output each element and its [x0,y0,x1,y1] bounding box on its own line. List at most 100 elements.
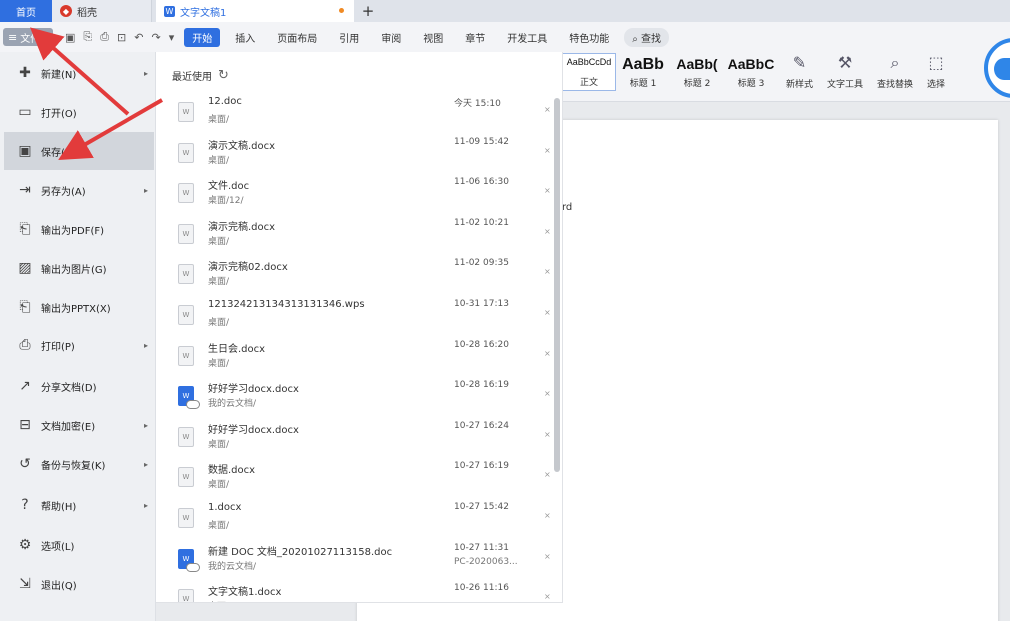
ribbon-tab-start[interactable]: 开始 [184,27,221,47]
assistant-badge-icon[interactable] [984,38,1010,98]
remove-recent-icon[interactable]: × [544,227,551,236]
recent-file-row[interactable]: W 1.docx 桌面/10-27 15:42 × [156,502,556,542]
file-menu-button[interactable]: ≡ 文件 [3,28,53,46]
recent-file-path: 桌面/12/ [208,196,244,207]
print-quick-icon[interactable]: ⎙ [100,30,109,44]
help-icon: ? [21,497,29,513]
recent-file-row[interactable]: W 演示文稿.docx 桌面/11-09 15:42 × [156,137,556,177]
recent-file-name: 文件.doc [208,181,250,193]
style-normal[interactable]: AaBbCcDd 正文 [562,53,616,91]
magnifier-icon: ⌕ [890,53,900,72]
recent-file-row[interactable]: W 数据.docx 桌面/10-27 16:19 × [156,461,556,501]
word-doc-icon: W [164,5,175,17]
recent-file-row[interactable]: W 好好学习docx.docx 桌面/10-27 16:24 × [156,421,556,461]
ribbon-tab-developer[interactable]: 开发工具 [496,30,558,45]
style-name: 标题 1 [629,79,657,89]
style-heading-1[interactable]: AaBb 标题 1 [616,53,670,91]
file-menu-item-11[interactable]: ? 帮助(H) ▸ [4,486,154,524]
tab-document[interactable]: W 文字文稿1 [156,0,354,22]
remove-recent-icon[interactable]: × [544,470,551,479]
save-quick-icon[interactable]: ▣ [65,31,75,44]
ribbon-tab-layout[interactable]: 页面布局 [266,30,328,45]
recent-file-name: 1.docx [208,502,242,513]
recent-file-row[interactable]: W 文件.doc 桌面/12/11-06 16:30 × [156,177,556,217]
file-menu-item-4[interactable]: ⎗ 输出为PDF(F) [4,210,154,248]
file-menu-item-13[interactable]: ⇲ 退出(Q) [4,565,154,603]
file-menu-item-0[interactable]: ✚ 新建(N) ▸ [4,54,154,92]
file-menu-item-label: 选项(L) [41,541,75,553]
recent-file-row[interactable]: W 121324213134313131346.wps 桌面/10-31 17:13… [156,299,556,339]
recent-file-name: 好好学习docx.docx [208,384,299,396]
quick-access-toolbar: ▣ ⎘ ⎙ ⊡ ↶ ↷ ▾ [65,30,174,44]
recent-file-path: 桌面/ [208,277,230,288]
text-tools-button[interactable]: ⚒ 文字工具 [827,53,863,90]
recent-file-name: 文字文稿1.docx [208,587,282,599]
file-menu-item-8[interactable]: ↗ 分享文档(D) [4,367,154,405]
recent-file-row[interactable]: W 演示完稿.docx 桌面/11-02 10:21 × [156,218,556,258]
style-sample: AaBb( [676,56,718,72]
recent-file-row[interactable]: W 12.doc 桌面/今天 15:10 × [156,96,556,136]
recent-file-time: 今天 15:10 [454,99,501,109]
remove-recent-icon[interactable]: × [544,552,551,561]
remove-recent-icon[interactable]: × [544,267,551,276]
undo-icon[interactable]: ↶ [134,31,143,44]
recent-file-row[interactable]: W 生日会.docx 桌面/10-28 16:20 × [156,340,556,380]
tab-home[interactable]: 首页 [0,0,52,22]
remove-recent-icon[interactable]: × [544,186,551,195]
wrench-icon: ⚒ [837,53,853,72]
recent-file-time: 10-31 17:13 [454,299,509,309]
recent-file-row[interactable]: W 文字文稿1.docx桌面/10-26 11:16 × [156,583,556,602]
remove-recent-icon[interactable]: × [544,430,551,439]
redo-icon[interactable]: ↷ [151,31,160,44]
ribbon-tab-view[interactable]: 视图 [412,30,454,45]
remove-recent-icon[interactable]: × [544,511,551,520]
ribbon-tools: ✎ 新样式 ⚒ 文字工具 ⌕ 查找替换 ⬚ 选择 [786,53,945,90]
remove-recent-icon[interactable]: × [544,308,551,317]
style-heading-3[interactable]: AaBbC 标题 3 [724,53,778,91]
preview-quick-icon[interactable]: ⊡ [117,31,126,44]
style-name: 正文 [579,78,598,88]
refresh-icon[interactable]: ↻ [218,68,229,83]
file-menu-item-12[interactable]: ⚙ 选项(L) [4,526,154,564]
file-menu-item-1[interactable]: ▭ 打开(O) [4,93,154,131]
file-menu-item-5[interactable]: ▨ 输出为图片(G) [4,249,154,287]
remove-recent-icon[interactable]: × [544,592,551,601]
select-button[interactable]: ⬚ 选择 [927,53,945,90]
doc-file-icon: W [178,345,194,366]
find-replace-button[interactable]: ⌕ 查找替换 [877,53,913,90]
ribbon-tab-review[interactable]: 审阅 [370,30,412,45]
file-menu-item-9[interactable]: ⊟ 文档加密(E) ▸ [4,406,154,444]
submenu-arrow-icon: ▸ [143,340,148,350]
new-tab-button[interactable]: + [354,0,382,22]
remove-recent-icon[interactable]: × [544,146,551,155]
recent-file-row[interactable]: W 演示完稿02.docx 桌面/11-02 09:35 × [156,258,556,298]
cloud-doc-icon: W [178,548,200,572]
file-menu-item-7[interactable]: ⎙ 打印(P) ▸ [4,326,154,364]
file-menu-item-10[interactable]: ↺ 备份与恢复(K) ▸ [4,445,154,483]
recent-file-row[interactable]: W 好好学习docx.docx 我的云文档/10-28 16:19 × [156,380,556,420]
file-menu-item-6[interactable]: ⎗ 输出为PPTX(X) [4,288,154,326]
new-style-button[interactable]: ✎ 新样式 [786,53,813,90]
ribbon-tab-features[interactable]: 特色功能 [558,30,620,45]
file-menu-item-2[interactable]: ▣ 保存(S) [4,132,154,170]
ribbon-tab-section[interactable]: 章节 [454,30,496,45]
style-sample: AaBb [622,56,664,73]
recent-files-panel: 最近使用 ↻ W 12.doc 桌面/今天 15:10 × W 演示文稿.docx 桌面/1… [156,52,563,603]
lock-icon: ⊟ [19,417,31,433]
ribbon-tab-reference[interactable]: 引用 [328,30,370,45]
remove-recent-icon[interactable]: × [544,105,551,114]
ribbon-tab-insert[interactable]: 插入 [224,30,266,45]
export-quick-icon[interactable]: ⎘ [83,30,92,44]
printer-icon: ⎙ [19,337,31,353]
recent-file-path: 桌面/ [208,115,230,125]
style-heading-2[interactable]: AaBb( 标题 2 [670,53,724,91]
recent-file-row[interactable]: W 新建 DOC 文档_20201027113158.doc 我的云文档/10-27… [156,543,556,583]
submenu-arrow-icon: ▸ [143,500,148,510]
customize-dropdown-icon[interactable]: ▾ [169,31,175,44]
style-sample: AaBbC [727,56,775,72]
file-menu-item-3[interactable]: ⇥ 另存为(A) ▸ [4,171,154,209]
remove-recent-icon[interactable]: × [544,349,551,358]
tab-daoke[interactable]: ◆ 稻壳 [52,0,152,22]
remove-recent-icon[interactable]: × [544,389,551,398]
ribbon-search[interactable]: ⌕ 查找 [624,27,670,47]
